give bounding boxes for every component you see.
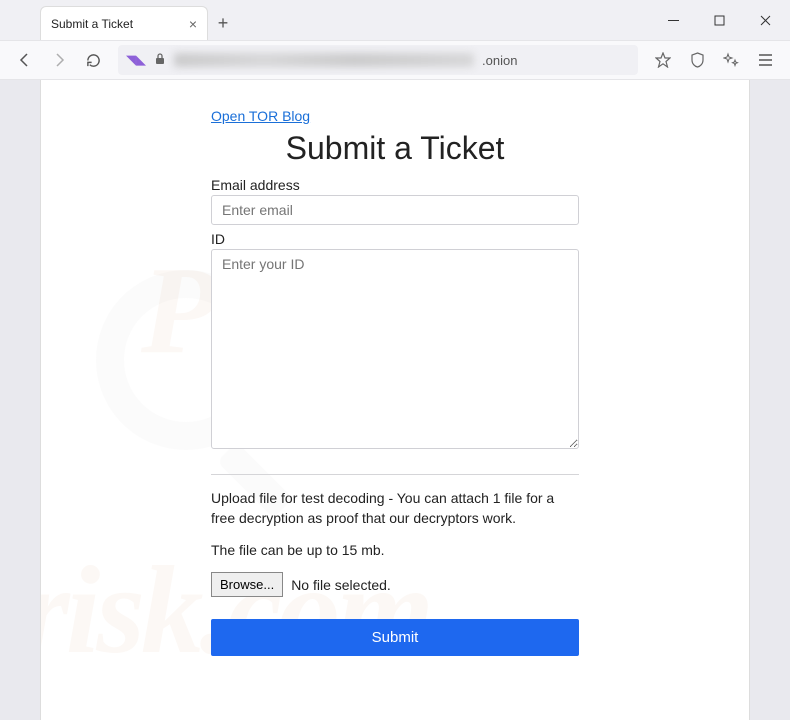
lock-icon [154,52,166,68]
id-textarea[interactable] [211,249,579,449]
file-picker-row: Browse... No file selected. [211,572,579,597]
maximize-button[interactable] [696,5,742,35]
file-limit-text: The file can be up to 15 mb. [211,542,579,558]
reload-button[interactable] [78,45,108,75]
back-button[interactable] [10,45,40,75]
page-title: Submit a Ticket [211,130,579,167]
menu-button[interactable] [750,45,780,75]
forward-button[interactable] [44,45,74,75]
email-input[interactable] [211,195,579,225]
sparkle-icon[interactable] [716,45,746,75]
browser-viewport: PCrisk risk.com Open TOR Blog Submit a T… [0,80,790,720]
browser-tab[interactable]: Submit a Ticket × [40,6,208,40]
open-tor-blog-link[interactable]: Open TOR Blog [211,108,310,124]
browser-toolbar: ◥◣ .onion [0,40,790,80]
tab-title: Submit a Ticket [51,17,189,31]
new-tab-button[interactable]: + [208,6,238,40]
url-blurred [174,53,474,67]
id-label: ID [211,231,579,247]
onion-icon: ◥◣ [126,52,146,68]
browse-button[interactable]: Browse... [211,572,283,597]
submit-button[interactable]: Submit [211,619,579,656]
divider [211,474,579,475]
shield-icon[interactable] [682,45,712,75]
bookmark-star-icon[interactable] [648,45,678,75]
file-status-text: No file selected. [291,577,391,593]
address-bar[interactable]: ◥◣ .onion [118,45,638,75]
url-suffix: .onion [482,53,517,68]
close-tab-icon[interactable]: × [189,16,197,32]
minimize-button[interactable] [650,5,696,35]
close-window-button[interactable] [742,5,788,35]
window-titlebar: Submit a Ticket × + [0,0,790,40]
upload-description: Upload file for test decoding - You can … [211,489,579,528]
email-label: Email address [211,177,579,193]
page-content: PCrisk risk.com Open TOR Blog Submit a T… [40,80,750,720]
